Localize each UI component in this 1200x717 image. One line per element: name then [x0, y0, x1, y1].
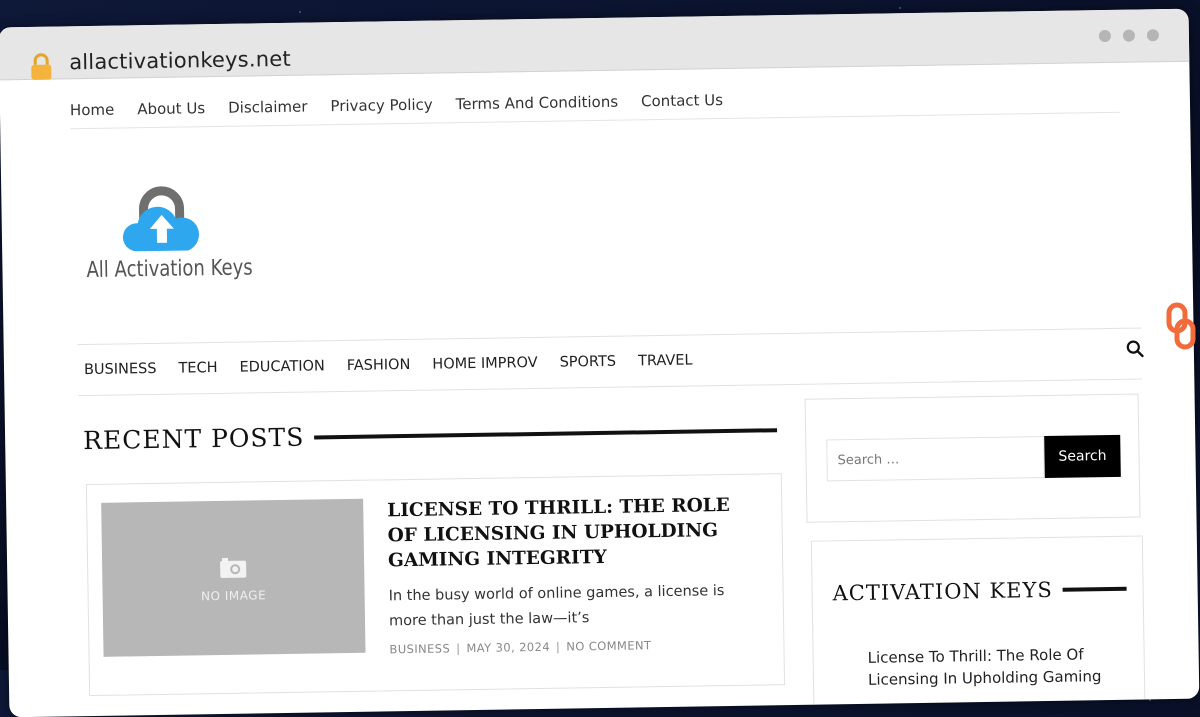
- category-fashion[interactable]: FASHION: [347, 357, 411, 374]
- lock-icon: [31, 53, 52, 80]
- top-navigation: Home About Us Disclaimer Privacy Policy …: [69, 75, 1121, 130]
- post-meta: BUSINESS | MAY 30, 2024 | NO COMMENT: [389, 638, 651, 656]
- recent-posts-title: RECENT POSTS: [82, 422, 305, 456]
- window-controls: [1098, 29, 1160, 43]
- category-education[interactable]: EDUCATION: [239, 358, 325, 375]
- browser-titlebar: allactivationkeys.net: [0, 8, 1190, 81]
- window-dot-3[interactable]: [1146, 29, 1160, 42]
- post-thumbnail[interactable]: NO IMAGE: [101, 498, 366, 657]
- no-image-label: NO IMAGE: [200, 588, 267, 604]
- meta-separator: |: [456, 641, 461, 656]
- post-title[interactable]: LICENSE TO THRILL: THE ROLE OF LICENSING…: [387, 493, 758, 574]
- window-dot-2[interactable]: [1122, 29, 1136, 42]
- post-category[interactable]: BUSINESS: [389, 641, 450, 656]
- nav-disclaimer[interactable]: Disclaimer: [228, 98, 308, 117]
- post-comments[interactable]: NO COMMENT: [566, 638, 651, 653]
- post-card: NO IMAGE LICENSE TO THRILL: THE ROLE OF …: [85, 473, 786, 697]
- chain-link-icon: [1166, 302, 1196, 350]
- site-logo[interactable]: All Activation Keys: [81, 183, 273, 296]
- camera-icon: [220, 557, 247, 578]
- activation-keys-widget: ACTIVATION KEYS License To Thrill: The R…: [810, 535, 1146, 717]
- category-travel[interactable]: TRAVEL: [638, 353, 693, 370]
- nav-terms[interactable]: Terms And Conditions: [456, 93, 619, 114]
- widget-title: ACTIVATION KEYS: [832, 577, 1053, 606]
- category-business[interactable]: BUSINESS: [84, 361, 157, 378]
- heading-rule: [314, 427, 778, 439]
- nav-contact-us[interactable]: Contact Us: [641, 91, 723, 110]
- browser-window: allactivationkeys.net Home About Us Disc…: [0, 8, 1200, 717]
- widget-post-link[interactable]: License To Thrill: The Role Of Licensing…: [867, 643, 1138, 691]
- widget-heading: ACTIVATION KEYS: [832, 577, 1127, 606]
- address-bar-url[interactable]: allactivationkeys.net: [69, 47, 291, 74]
- category-sports[interactable]: SPORTS: [560, 354, 617, 371]
- window-dot-1[interactable]: [1098, 29, 1112, 43]
- category-tech[interactable]: TECH: [178, 360, 217, 377]
- watermark-text: GUESTPOSTLINKS: [1168, 77, 1194, 312]
- search-widget: Search: [804, 393, 1141, 523]
- category-home-improv[interactable]: HOME IMPROV: [432, 355, 538, 373]
- post-date[interactable]: MAY 30, 2024: [466, 640, 550, 655]
- nav-privacy-policy[interactable]: Privacy Policy: [330, 96, 433, 116]
- post-excerpt: In the busy world of online games, a lic…: [388, 583, 725, 630]
- search-input[interactable]: [826, 436, 1045, 482]
- category-navigation: BUSINESS TECH EDUCATION FASHION HOME IMP…: [77, 327, 1143, 397]
- meta-separator: |: [555, 639, 561, 654]
- nav-home[interactable]: Home: [70, 101, 115, 120]
- widget-heading-rule: [1062, 586, 1127, 592]
- recent-posts-heading: RECENT POSTS: [82, 415, 778, 456]
- search-button[interactable]: Search: [1044, 434, 1121, 479]
- logo-text: All Activation Keys: [86, 255, 253, 284]
- search-icon[interactable]: [1126, 339, 1144, 358]
- cloud-lock-icon: [122, 186, 200, 252]
- nav-about-us[interactable]: About Us: [137, 99, 205, 118]
